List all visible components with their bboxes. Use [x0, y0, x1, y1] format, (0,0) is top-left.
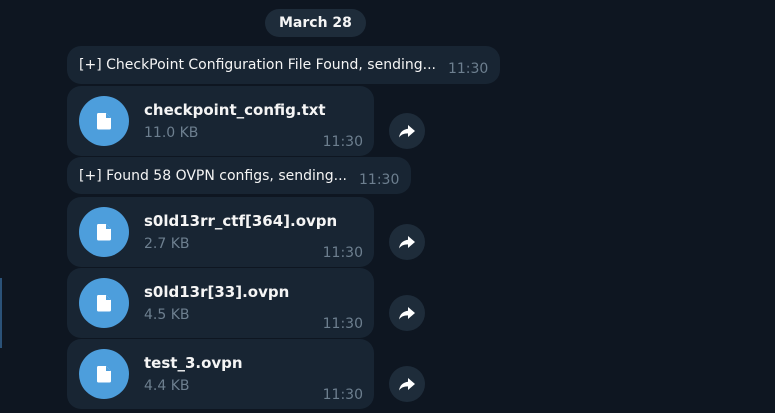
text-message[interactable]: [+] Found 58 OVPN configs, sending... 11…: [67, 157, 412, 194]
file-message[interactable]: test_3.ovpn 4.4 KB 11:30: [67, 339, 374, 409]
file-name[interactable]: test_3.ovpn: [144, 354, 243, 372]
file-name[interactable]: s0ld13r[33].ovpn: [144, 283, 289, 301]
file-size: 11.0 KB: [144, 125, 199, 141]
message-time: 11:30: [322, 134, 363, 150]
forward-icon: [399, 378, 415, 391]
file-message[interactable]: checkpoint_config.txt 11.0 KB 11:30: [67, 86, 374, 156]
file-name[interactable]: s0ld13rr_ctf[364].ovpn: [144, 212, 337, 230]
forward-button[interactable]: [389, 295, 425, 331]
date-label: March 28: [279, 15, 352, 31]
forward-icon: [399, 125, 415, 138]
file-message[interactable]: s0ld13rr_ctf[364].ovpn 2.7 KB 11:30: [67, 197, 374, 267]
date-separator: March 28: [265, 9, 366, 37]
message-time: 11:30: [322, 245, 363, 261]
file-icon[interactable]: [79, 278, 129, 328]
forward-button[interactable]: [389, 224, 425, 260]
file-size: 4.4 KB: [144, 378, 190, 394]
file-size: 4.5 KB: [144, 307, 190, 323]
file-message[interactable]: s0ld13r[33].ovpn 4.5 KB 11:30: [67, 268, 374, 338]
text-message[interactable]: [+] CheckPoint Configuration File Found,…: [67, 46, 501, 84]
message-text: [+] CheckPoint Configuration File Found,…: [79, 57, 436, 73]
file-name[interactable]: checkpoint_config.txt: [144, 101, 326, 119]
message-text: [+] Found 58 OVPN configs, sending...: [79, 167, 347, 184]
file-icon[interactable]: [79, 96, 129, 146]
file-size: 2.7 KB: [144, 236, 190, 252]
message-time: 11:30: [447, 61, 489, 77]
forward-button[interactable]: [389, 366, 425, 402]
forward-button[interactable]: [389, 113, 425, 149]
message-time: 11:30: [359, 171, 400, 188]
chat-edge-indicator: [0, 278, 2, 348]
forward-icon: [399, 307, 415, 320]
message-time: 11:30: [322, 316, 363, 332]
file-icon[interactable]: [79, 349, 129, 399]
forward-icon: [399, 236, 415, 249]
file-icon[interactable]: [79, 207, 129, 257]
message-time: 11:30: [322, 387, 363, 403]
